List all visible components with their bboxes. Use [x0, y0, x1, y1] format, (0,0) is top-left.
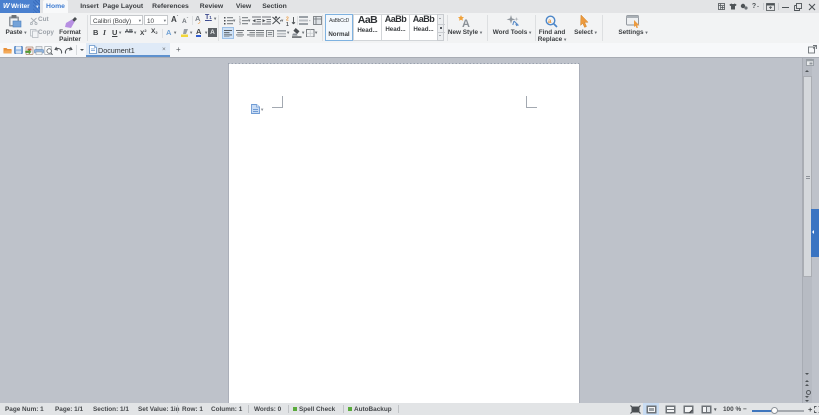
svg-text:1: 1 — [286, 22, 289, 26]
svg-text:A: A — [462, 18, 470, 28]
svg-text:3: 3 — [239, 22, 241, 25]
